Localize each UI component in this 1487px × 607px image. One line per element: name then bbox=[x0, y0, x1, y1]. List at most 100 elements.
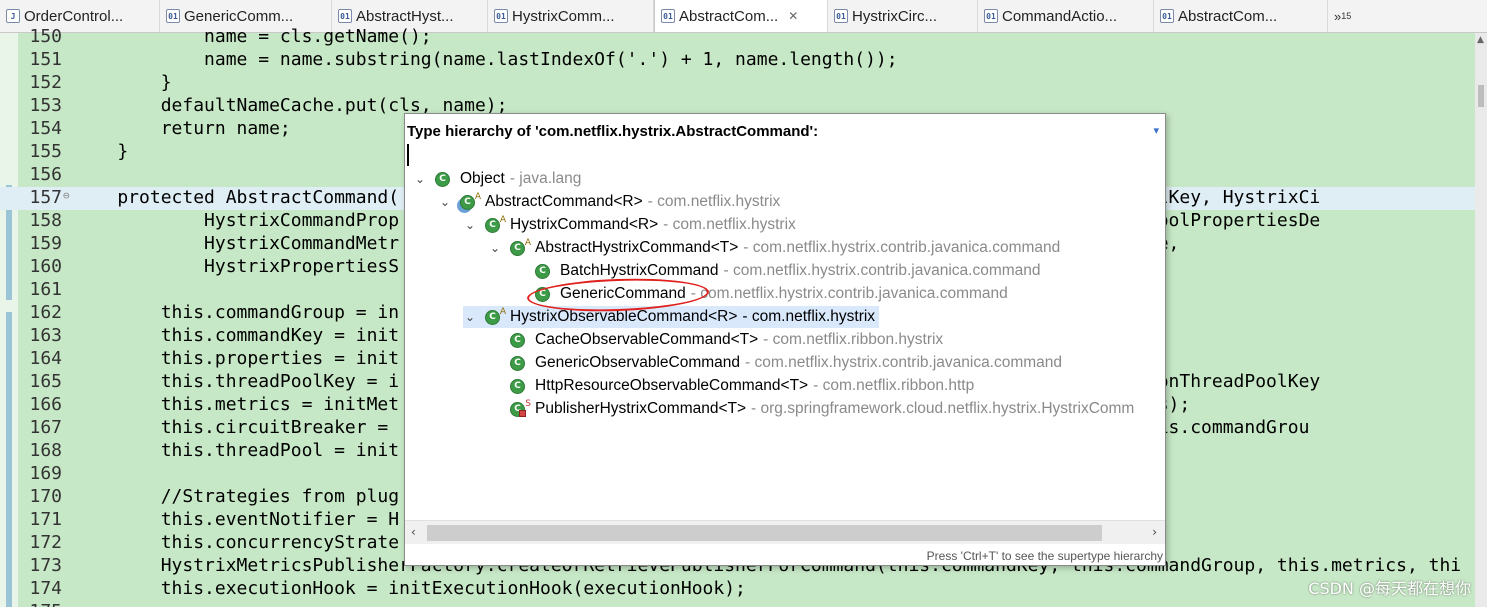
package-name: - com.netflix.hystrix.contrib.javanica.c… bbox=[743, 239, 1061, 256]
code-text: } bbox=[74, 72, 172, 93]
tab-label: HystrixCirc... bbox=[852, 7, 937, 25]
type-name: GenericCommand bbox=[560, 285, 686, 302]
code-line: 151 name = name.substring(name.lastIndex… bbox=[0, 49, 1487, 72]
type-name: HystrixCommand<R> bbox=[510, 216, 659, 233]
hierarchy-filter-input[interactable] bbox=[407, 144, 1167, 166]
hierarchy-node[interactable]: ⌄ C A HystrixObservableCommand<R> - com.netf… bbox=[463, 306, 880, 328]
watermark: CSDN @每天都在想你 bbox=[1308, 579, 1471, 598]
tab-label: AbstractHyst... bbox=[356, 7, 454, 25]
expand-chevron-icon[interactable]: ⌄ bbox=[463, 218, 477, 232]
close-tab-icon[interactable]: ✕ bbox=[788, 9, 798, 23]
class-icon: C bbox=[510, 378, 525, 394]
line-number: 154 bbox=[29, 118, 62, 139]
line-number: 152 bbox=[29, 72, 62, 93]
popup-title: Type hierarchy of 'com.netflix.hystrix.A… bbox=[407, 123, 819, 140]
popup-horizontal-scrollbar[interactable]: ‹ › bbox=[405, 520, 1165, 544]
private-marker-icon bbox=[519, 409, 526, 417]
overflow-chevron-icon: » bbox=[1334, 8, 1342, 24]
expand-chevron-icon[interactable]: ⌄ bbox=[463, 310, 477, 324]
code-line: 175 bbox=[0, 601, 1487, 607]
class-file-icon: 01 bbox=[984, 9, 998, 23]
tab-label: GenericComm... bbox=[184, 7, 294, 25]
hierarchy-node[interactable]: ⌄ C A HystrixCommand<R> - com.netflix.hystri… bbox=[463, 214, 796, 236]
scroll-up-icon[interactable]: ▲ bbox=[1477, 35, 1484, 45]
hierarchy-node[interactable]: C CacheObservableCommand<T> - com.netflix.… bbox=[488, 329, 943, 351]
hierarchy-node[interactable]: C GenericCommand - com.netflix.hystrix.con… bbox=[513, 283, 1008, 305]
tab-label: AbstractCom... bbox=[679, 7, 779, 25]
type-name: PublisherHystrixCommand<T> bbox=[535, 400, 747, 417]
type-name: BatchHystrixCommand bbox=[560, 262, 719, 279]
line-number: 175 bbox=[18, 601, 62, 607]
tab-label: CommandActio... bbox=[1002, 7, 1118, 25]
line-number: 169 bbox=[29, 463, 62, 484]
expand-chevron-icon[interactable]: ⌄ bbox=[438, 195, 452, 209]
line-number: 165 bbox=[29, 371, 62, 392]
hierarchy-node[interactable]: ⌄ C Object - java.lang bbox=[413, 168, 581, 190]
hierarchy-node[interactable]: C GenericObservableCommand - com.netflix.h… bbox=[488, 352, 1062, 374]
expand-chevron-icon[interactable]: ⌄ bbox=[413, 172, 427, 186]
class-icon: C bbox=[510, 332, 525, 348]
code-line: 174 this.executionHook = initExecutionHo… bbox=[0, 578, 1487, 601]
line-number: 170 bbox=[29, 486, 62, 507]
line-number: 153 bbox=[29, 95, 62, 116]
hierarchy-node[interactable]: ⌄ C A AbstractCommand<R> - com.netflix.hystr… bbox=[438, 191, 780, 213]
code-text: this.eventNotifier = H bbox=[74, 509, 400, 530]
package-name: - com.netflix.hystrix bbox=[742, 308, 876, 325]
scroll-right-icon[interactable]: › bbox=[1152, 525, 1157, 539]
class-icon: C bbox=[435, 171, 450, 187]
line-number: 151 bbox=[29, 49, 62, 70]
type-name: GenericObservableCommand bbox=[535, 354, 741, 371]
abstract-marker: A bbox=[524, 237, 531, 248]
line-number: 173 bbox=[29, 555, 62, 576]
type-name: CacheObservableCommand<T> bbox=[535, 331, 759, 348]
private-class-icon: CS bbox=[510, 399, 531, 417]
class-file-icon: 01 bbox=[338, 9, 352, 23]
code-line: 152 } bbox=[0, 72, 1487, 95]
tab-label: HystrixComm... bbox=[512, 7, 615, 25]
java-file-icon: J bbox=[6, 9, 20, 23]
class-icon: C bbox=[510, 355, 525, 371]
fold-toggle-icon[interactable]: ⊖ bbox=[63, 189, 70, 202]
line-number: 160 bbox=[29, 256, 62, 277]
package-name: - com.netflix.hystrix bbox=[647, 193, 781, 210]
class-icon: CA bbox=[460, 192, 481, 210]
line-number: 168 bbox=[29, 440, 62, 461]
line-number: 150 bbox=[29, 26, 62, 47]
class-icon: C bbox=[535, 286, 550, 302]
hierarchy-node[interactable]: C HttpResourceObservableCommand<T> - com.n… bbox=[488, 375, 974, 397]
hierarchy-node[interactable]: C BatchHystrixCommand - com.netflix.hystri… bbox=[513, 260, 1041, 282]
package-name: - org.springframework.cloud.netflix.hyst… bbox=[751, 400, 1135, 417]
class-file-icon: 01 bbox=[834, 9, 848, 23]
package-name: - com.netflix.hystrix.contrib.javanica.c… bbox=[723, 262, 1041, 279]
scrollbar-thumb[interactable] bbox=[427, 525, 1102, 541]
code-text: this.commandKey = init bbox=[74, 325, 400, 346]
hierarchy-tree: ⌄ C Object - java.lang ⌄ C A AbstractCommand<R>… bbox=[405, 168, 1165, 520]
code-line: 150 name = cls.getName(); bbox=[0, 26, 1487, 49]
abstract-marker: A bbox=[499, 306, 506, 317]
class-icon: CA bbox=[510, 238, 531, 256]
hierarchy-node[interactable]: C S PublisherHystrixCommand<T> - org.spring… bbox=[488, 398, 1134, 420]
view-menu-icon[interactable]: ▾ bbox=[1153, 124, 1159, 137]
line-number: 172 bbox=[29, 532, 62, 553]
scroll-left-icon[interactable]: ‹ bbox=[411, 525, 416, 539]
type-hierarchy-popup: Type hierarchy of 'com.netflix.hystrix.A… bbox=[404, 113, 1167, 566]
package-name: - com.netflix.hystrix.contrib.javanica.c… bbox=[745, 354, 1063, 371]
package-name: - java.lang bbox=[509, 170, 582, 187]
abstract-marker: A bbox=[499, 214, 506, 225]
code-text: this.executionHook = initExecutionHook(e… bbox=[74, 578, 746, 599]
scrollbar-thumb[interactable] bbox=[1478, 85, 1484, 107]
class-icon: CA bbox=[485, 215, 506, 233]
class-file-icon: 01 bbox=[494, 9, 508, 23]
package-name: - com.netflix.hystrix bbox=[663, 216, 796, 233]
hierarchy-node[interactable]: ⌄ C A AbstractHystrixCommand<T> - com.netfli… bbox=[488, 237, 1060, 259]
tab-label: OrderControl... bbox=[24, 7, 124, 25]
type-name: AbstractCommand<R> bbox=[485, 193, 643, 210]
line-number: 155 bbox=[29, 141, 62, 162]
editor-vertical-scrollbar[interactable]: ▲ bbox=[1475, 33, 1487, 607]
line-number: 174 bbox=[29, 578, 62, 599]
line-number: 156 bbox=[29, 164, 62, 185]
type-name: AbstractHystrixCommand<T> bbox=[535, 239, 739, 256]
expand-chevron-icon[interactable]: ⌄ bbox=[488, 241, 502, 255]
line-number: 166 bbox=[29, 394, 62, 415]
tab-label: AbstractCom... bbox=[1178, 7, 1278, 25]
